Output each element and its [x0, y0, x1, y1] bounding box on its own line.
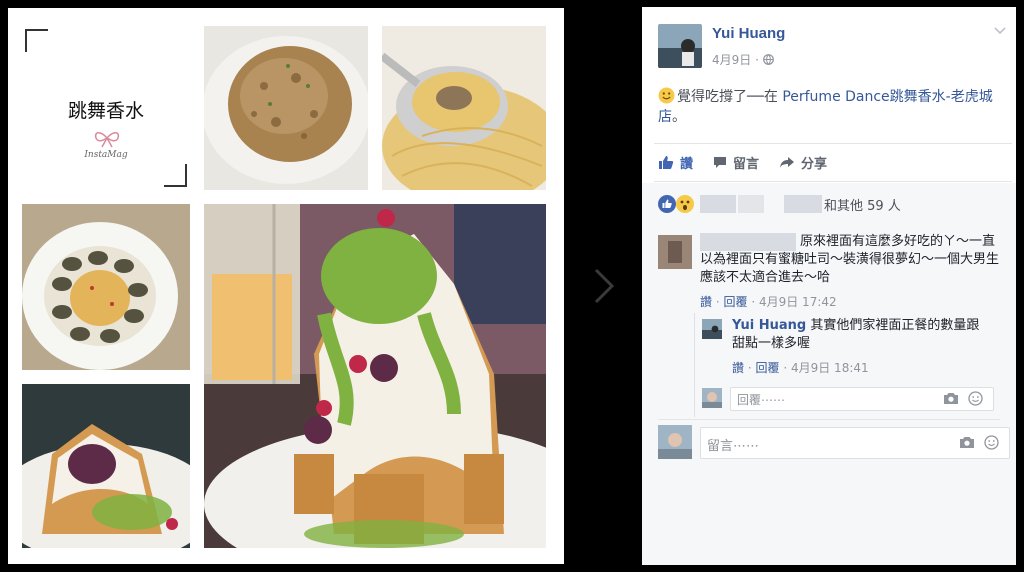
divider [654, 143, 1012, 144]
like-label: 讚 [680, 156, 694, 172]
matcha-honey-toast-photo [204, 204, 546, 548]
collage-photo[interactable]: 跳舞香水 InstaMag [8, 8, 564, 564]
reply-box-avatar [702, 388, 722, 408]
like-reaction-icon [658, 195, 676, 213]
emoji-icon[interactable] [968, 391, 983, 406]
ribbon-icon [94, 132, 120, 148]
redacted-name [784, 195, 822, 213]
divider [654, 181, 1012, 182]
reactions-summary[interactable]: 和其他 59 人 [824, 195, 901, 214]
reply-input[interactable]: 回覆⋯⋯ [730, 387, 994, 411]
reply-placeholder: 回覆⋯⋯ [737, 393, 786, 407]
reply-time[interactable]: 4月9日 18:41 [791, 361, 869, 375]
status-suffix: 。 [672, 109, 686, 125]
wow-reaction-icon [676, 195, 694, 213]
thumbs-up-icon [659, 155, 674, 169]
share-label: 分享 [801, 156, 828, 172]
post-date[interactable]: 4月9日 [712, 53, 751, 67]
comment-avatar[interactable] [658, 235, 692, 269]
collage-title: 跳舞香水 [67, 100, 144, 122]
clam-pasta-photo [22, 204, 190, 370]
author-avatar[interactable] [658, 24, 702, 68]
reply-meta: 讚 · 回覆 · 4月9日 18:41 [732, 361, 869, 375]
reply-like-link[interactable]: 讚 [732, 361, 744, 375]
comment-button[interactable]: 留言 [713, 151, 759, 173]
camera-icon[interactable] [943, 392, 959, 405]
post-actions: 讚 留言 分享 [658, 151, 827, 173]
comment-time[interactable]: 4月9日 17:42 [759, 295, 837, 309]
redacted-name [700, 195, 736, 213]
reply-author[interactable]: Yui Huang [732, 318, 806, 333]
emoji-icon[interactable] [984, 435, 999, 450]
comment-label: 留言 [733, 156, 760, 172]
globe-icon[interactable] [762, 54, 774, 65]
redacted-name [738, 195, 764, 213]
comment-reply-link[interactable]: 回覆 [723, 295, 747, 309]
comment-placeholder: 留言⋯⋯ [707, 439, 760, 454]
honey-toast-detail-photo [22, 384, 190, 548]
author-name[interactable]: Yui Huang [712, 25, 785, 42]
comment-icon [714, 156, 727, 168]
share-icon [780, 156, 795, 168]
next-photo-arrow-icon[interactable] [590, 266, 618, 306]
comment-like-link[interactable]: 讚 [700, 295, 712, 309]
divider [658, 419, 1000, 420]
comments-section: 原來裡面有這麼多好吃的ㄚ～一直以為裡面只有蜜糖吐司～裝潢得很夢幻～一個大男生應該… [642, 225, 1016, 565]
reactions-bar[interactable]: 和其他 59 人 [642, 183, 1016, 225]
chevron-down-icon[interactable] [994, 27, 1006, 35]
share-button[interactable]: 分享 [779, 151, 827, 173]
status-feeling: 覺得吃撐了──在 [677, 89, 783, 105]
photo-viewer: 跳舞香水 InstaMag [0, 0, 640, 572]
post-status: 覺得吃撐了──在 Perfume Dance跳舞香水-老虎城店。 [658, 87, 1008, 127]
like-button[interactable]: 讚 [658, 151, 693, 173]
reply-avatar[interactable] [702, 319, 722, 339]
comment-box-avatar [658, 425, 692, 459]
reply-thread-line [694, 313, 695, 417]
instamag-logo: InstaMag [84, 150, 128, 160]
comment-input[interactable]: 留言⋯⋯ [700, 427, 1010, 459]
smiley-icon [658, 87, 675, 104]
collage-title-card: 跳舞香水 InstaMag [22, 26, 190, 190]
camera-icon[interactable] [959, 436, 975, 449]
reply-reply-link[interactable]: 回覆 [755, 361, 779, 375]
comment-text: 原來裡面有這麼多好吃的ㄚ～一直以為裡面只有蜜糖吐司～裝潢得很夢幻～一個大男生應該… [700, 234, 1000, 285]
carbonara-photo [382, 26, 546, 190]
risotto-photo [204, 26, 368, 190]
comment-meta: 讚 · 回覆 · 4月9日 17:42 [700, 295, 837, 309]
reply-text: Yui Huang 其實他們家裡面正餐的數量跟甜點一樣多喔 [732, 317, 992, 353]
post-panel: Yui Huang 4月9日 · 覺得吃撐了──在 Perfume Dance跳… [642, 7, 1016, 565]
post-meta: 4月9日 · [712, 51, 774, 68]
